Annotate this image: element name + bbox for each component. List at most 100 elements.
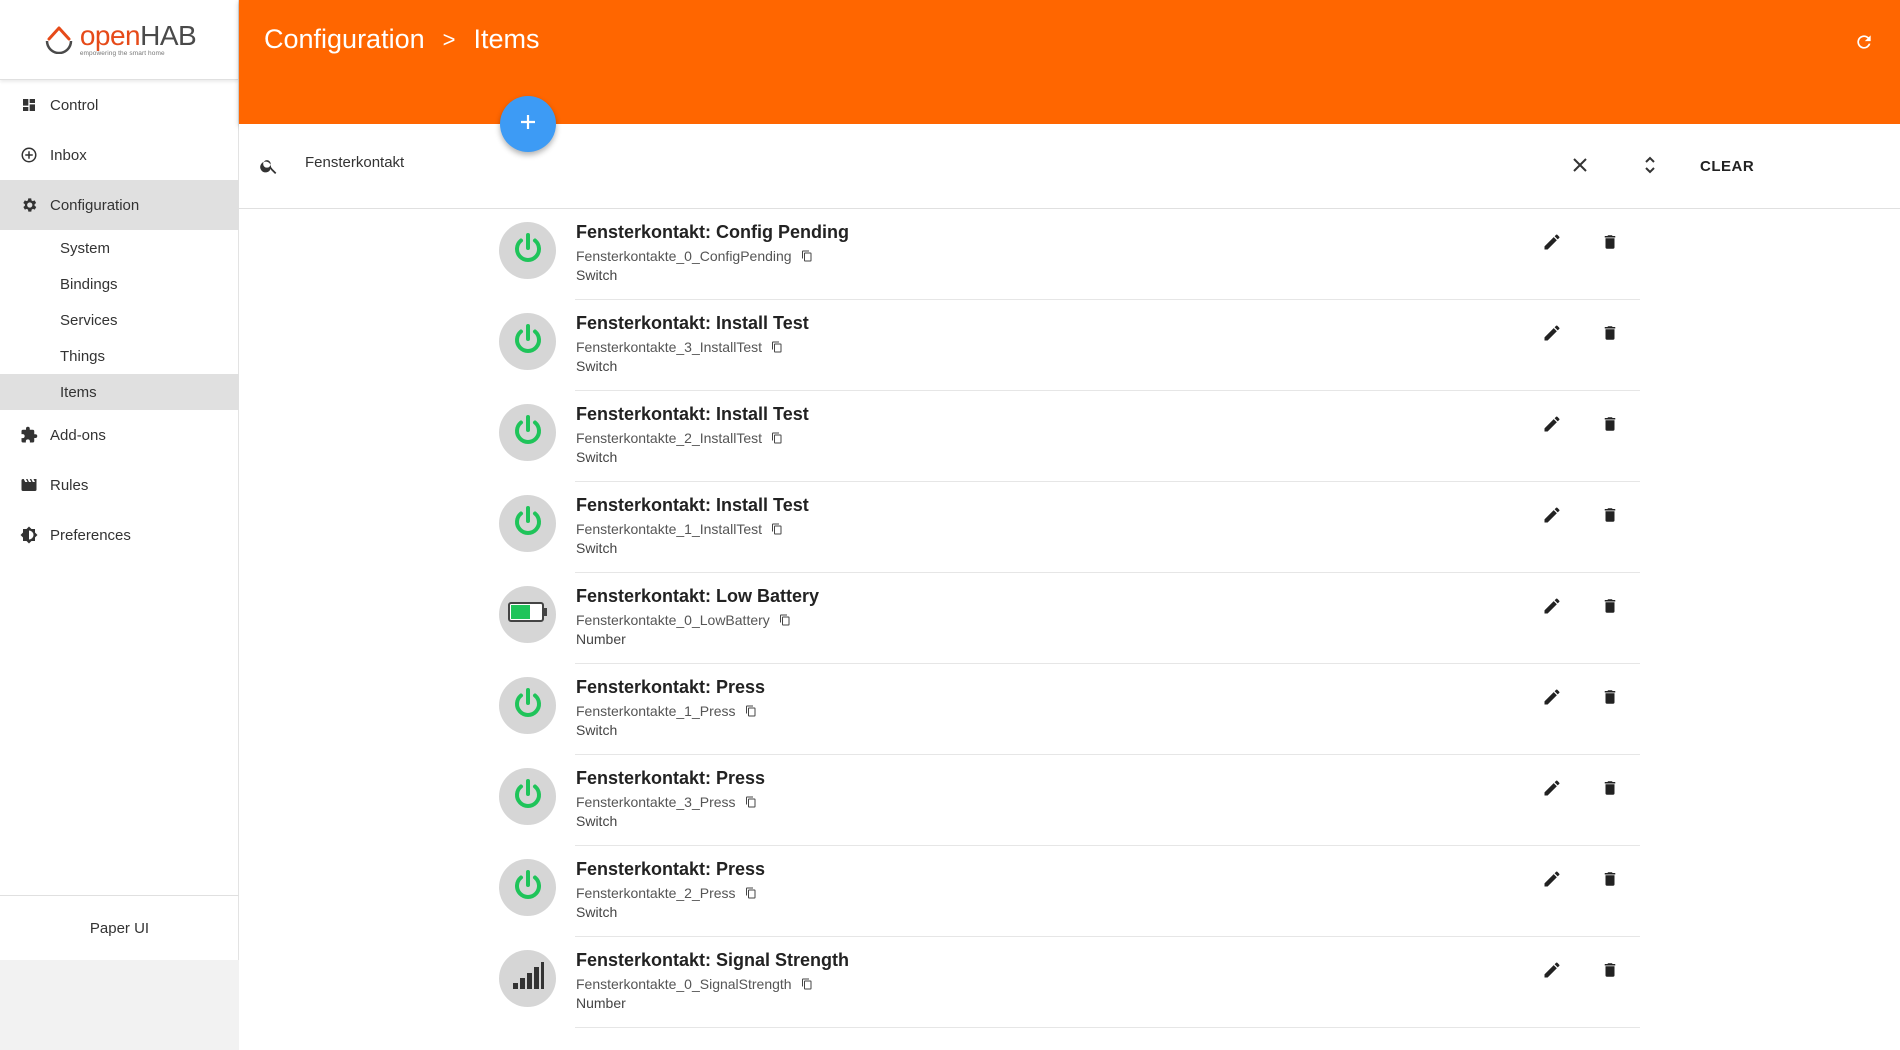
delete-button[interactable] [1598,323,1622,347]
gear-icon [20,196,38,214]
sidebar-footer-paper-ui[interactable]: Paper UI [0,895,239,960]
edit-button[interactable] [1540,232,1564,256]
delete-button[interactable] [1598,596,1622,620]
list-item[interactable]: Fensterkontakt: Config Pending Fensterkon… [499,209,1640,300]
breadcrumb-configuration[interactable]: Configuration [264,24,425,55]
sidebar-item-preferences[interactable]: Preferences [0,510,239,560]
item-name-row: Fensterkontakte_2_Press [576,883,765,903]
pencil-icon [1542,505,1562,530]
sidebar-item-control[interactable]: Control [0,80,239,130]
power-icon [511,231,545,270]
item-text: Fensterkontakt: Press Fensterkontakte_2_P… [576,858,765,922]
sidebar-subitem-services[interactable]: Services [0,302,239,338]
item-label[interactable]: Fensterkontakt: Install Test [576,494,809,516]
sidebar-subitem-system[interactable]: System [0,230,239,266]
copy-icon[interactable] [745,796,757,808]
edit-button[interactable] [1540,323,1564,347]
list-item[interactable]: Fensterkontakt: Press Fensterkontakte_1_P… [499,664,1640,755]
battery-icon [507,601,549,628]
edit-button[interactable] [1540,869,1564,893]
refresh-button[interactable] [1850,30,1878,58]
clear-button[interactable]: CLEAR [1700,158,1754,175]
delete-button[interactable] [1598,414,1622,438]
item-name-row: Fensterkontakte_0_LowBattery [576,610,819,630]
copy-icon[interactable] [771,432,783,444]
item-type: Number [576,631,626,647]
item-avatar [499,495,556,552]
item-avatar [499,586,556,643]
edit-button[interactable] [1540,414,1564,438]
sort-button[interactable] [1639,155,1661,179]
pencil-icon [1542,778,1562,803]
item-text: Fensterkontakt: Press Fensterkontakte_1_P… [576,676,765,740]
breadcrumb-separator: > [442,26,456,52]
item-avatar [499,859,556,916]
edit-button[interactable] [1540,687,1564,711]
item-text: Fensterkontakt: Signal Strength Fensterko… [576,949,849,1013]
list-item[interactable]: Fensterkontakt: Press Fensterkontakte_3_P… [499,755,1640,846]
item-label[interactable]: Fensterkontakt: Install Test [576,403,809,425]
sidebar-item-rules[interactable]: Rules [0,460,239,510]
search-icon [259,156,279,181]
sidebar-subitem-items[interactable]: Items [0,374,239,410]
sidebar-item-label: Control [50,96,99,114]
edit-button[interactable] [1540,596,1564,620]
add-circle-icon [20,146,38,164]
clear-search-button[interactable] [1569,156,1591,178]
item-name-row: Fensterkontakte_0_ConfigPending [576,246,849,266]
sidebar-item-configuration[interactable]: Configuration [0,180,239,230]
item-label[interactable]: Fensterkontakt: Press [576,767,765,789]
sidebar-item-addons[interactable]: Add-ons [0,410,239,460]
copy-icon[interactable] [801,250,813,262]
row-divider [575,1027,1640,1028]
delete-button[interactable] [1598,687,1622,711]
breadcrumb: Configuration > Items [264,24,539,55]
openhab-logo[interactable]: openHAB empowering the smart home [42,20,197,59]
item-label[interactable]: Fensterkontakt: Press [576,676,765,698]
item-label[interactable]: Fensterkontakt: Config Pending [576,221,849,243]
trash-icon [1601,323,1619,348]
edit-button[interactable] [1540,505,1564,529]
trash-icon [1601,960,1619,985]
item-label[interactable]: Fensterkontakt: Low Battery [576,585,819,607]
copy-icon[interactable] [771,523,783,535]
item-label[interactable]: Fensterkontakt: Signal Strength [576,949,849,971]
app-header: Configuration > Items [239,0,1900,124]
list-item[interactable]: Fensterkontakt: Install Test Fensterkonta… [499,300,1640,391]
brightness-icon [20,526,38,544]
list-item[interactable]: Fensterkontakt: Press Fensterkontakte_2_P… [499,846,1640,937]
list-item[interactable]: Fensterkontakt: Install Test Fensterkonta… [499,391,1640,482]
delete-button[interactable] [1598,232,1622,256]
copy-icon[interactable] [745,887,757,899]
sidebar-item-inbox[interactable]: Inbox [0,130,239,180]
copy-icon[interactable] [745,705,757,717]
add-item-button[interactable] [500,96,556,152]
delete-button[interactable] [1598,960,1622,984]
logo-wordmark: openHAB empowering the smart home [80,21,197,58]
delete-button[interactable] [1598,778,1622,802]
delete-button[interactable] [1598,869,1622,893]
list-item[interactable]: Fensterkontakt: Signal Strength Fensterko… [499,937,1640,1028]
sidebar-subitem-bindings[interactable]: Bindings [0,266,239,302]
item-label[interactable]: Fensterkontakt: Install Test [576,312,809,334]
item-name: Fensterkontakte_1_InstallTest [576,521,762,537]
trash-icon [1601,778,1619,803]
copy-icon[interactable] [779,614,791,626]
item-name-row: Fensterkontakte_0_SignalStrength [576,974,849,994]
search-input[interactable] [305,154,1205,171]
item-text: Fensterkontakt: Press Fensterkontakte_3_P… [576,767,765,831]
item-name: Fensterkontakte_0_LowBattery [576,612,770,628]
list-item[interactable]: Fensterkontakt: Low Battery Fensterkontak… [499,573,1640,664]
signal-icon [511,961,545,996]
unfold-icon [1643,154,1657,181]
sidebar-subitem-things[interactable]: Things [0,338,239,374]
item-name-row: Fensterkontakte_1_Press [576,701,765,721]
delete-button[interactable] [1598,505,1622,529]
list-item[interactable]: Fensterkontakt: Install Test Fensterkonta… [499,482,1640,573]
item-label[interactable]: Fensterkontakt: Press [576,858,765,880]
copy-icon[interactable] [801,978,813,990]
edit-button[interactable] [1540,778,1564,802]
edit-button[interactable] [1540,960,1564,984]
item-name: Fensterkontakte_0_SignalStrength [576,976,792,992]
copy-icon[interactable] [771,341,783,353]
